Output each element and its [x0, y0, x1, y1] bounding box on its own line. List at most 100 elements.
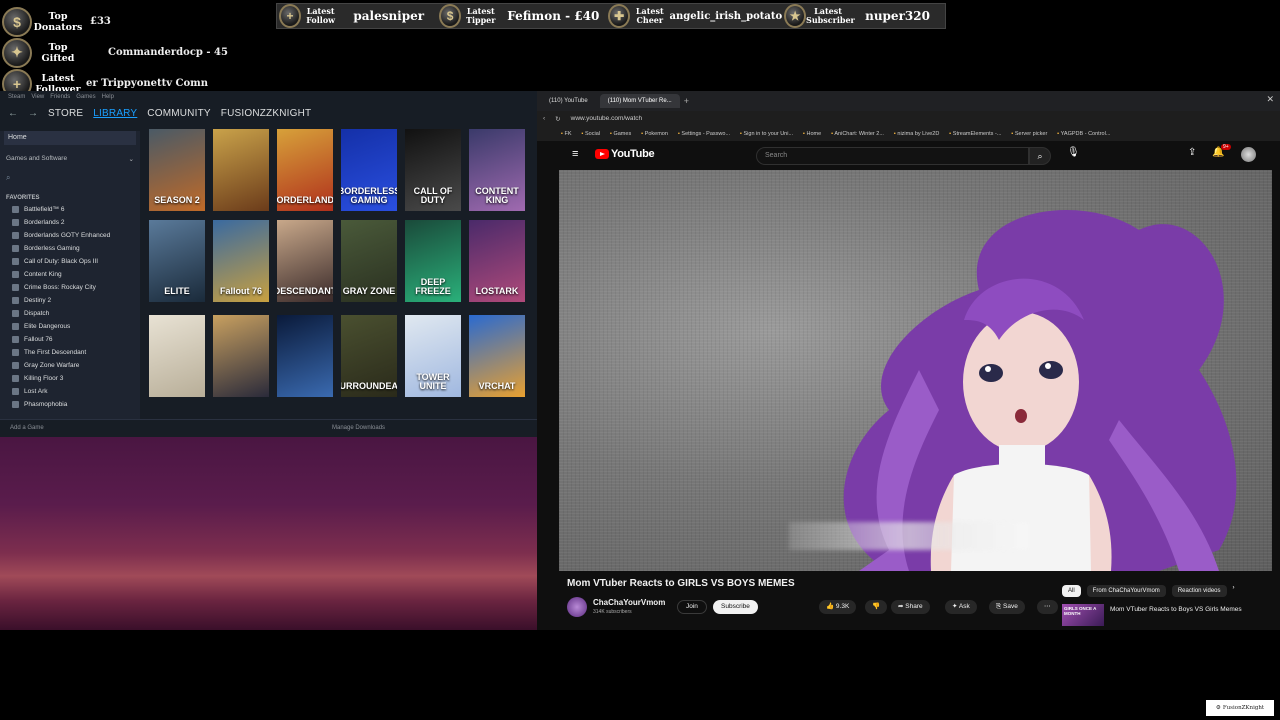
- bookmark-item[interactable]: StreamElements -...: [949, 131, 1002, 137]
- sidebar-game-item[interactable]: Battlefield™ 6: [0, 203, 140, 216]
- search-icon[interactable]: ⌕: [1029, 147, 1051, 165]
- bookmark-item[interactable]: Sign in to your Uni...: [740, 131, 794, 137]
- menu-help[interactable]: Help: [102, 94, 114, 104]
- upload-icon[interactable]: ⇪: [1188, 147, 1196, 158]
- bookmark-item[interactable]: AniChart: Winter 2...: [831, 131, 884, 137]
- sidebar-game-item[interactable]: Borderlands GOTY Enhanced: [0, 229, 140, 242]
- game-icon: [12, 271, 19, 278]
- join-button[interactable]: Join: [677, 600, 707, 614]
- ask-button[interactable]: ✦ Ask: [945, 600, 977, 614]
- game-tile[interactable]: LOSTARK: [469, 220, 525, 302]
- game-tile[interactable]: CONTENT KING: [469, 129, 525, 211]
- reload-icon[interactable]: ↻: [555, 115, 560, 123]
- url-field[interactable]: www.youtube.com/watch: [571, 115, 1120, 122]
- tab-youtube[interactable]: (110) YouTube: [541, 94, 596, 108]
- favorites-header[interactable]: FAVORITES: [0, 185, 140, 203]
- sidebar-home[interactable]: Home: [4, 131, 136, 145]
- game-tile[interactable]: BORDERLESS GAMING: [341, 129, 397, 211]
- game-tile[interactable]: VRCHAT: [469, 315, 525, 397]
- sidebar-game-item[interactable]: Phasmophobia: [0, 398, 140, 411]
- collection-filter[interactable]: Games and Software ⌄: [0, 145, 140, 163]
- bookmark-item[interactable]: nizima by Live2D: [894, 131, 939, 137]
- bookmark-item[interactable]: Settings - Passwo...: [678, 131, 730, 137]
- forward-arrow-icon[interactable]: →: [28, 108, 38, 119]
- sidebar-game-item[interactable]: Lost Ark: [0, 385, 140, 398]
- game-tile[interactable]: SURROUNDEAD: [341, 315, 397, 397]
- youtube-logo[interactable]: YouTube: [595, 148, 655, 160]
- game-tile[interactable]: DESCENDANT: [277, 220, 333, 302]
- back-arrow-icon[interactable]: ←: [8, 108, 18, 119]
- add-game-button[interactable]: Add a Game: [10, 425, 44, 431]
- chip-reaction-videos[interactable]: Reaction videos: [1171, 585, 1227, 597]
- sidebar-game-item[interactable]: Borderless Gaming: [0, 242, 140, 255]
- save-button[interactable]: ⎘ Save: [989, 600, 1025, 614]
- bookmark-item[interactable]: YAGPDB - Control...: [1057, 131, 1111, 137]
- manage-downloads-button[interactable]: Manage Downloads: [332, 425, 385, 431]
- game-tile[interactable]: ELITE: [149, 220, 205, 302]
- microphone-icon[interactable]: 🎙: [1067, 147, 1080, 158]
- bookmark-item[interactable]: Server picker: [1011, 131, 1047, 137]
- game-tile[interactable]: [213, 129, 269, 211]
- bookmark-item[interactable]: FK: [561, 131, 571, 137]
- bookmark-item[interactable]: Games: [610, 131, 631, 137]
- subscribe-button[interactable]: Subscribe: [713, 600, 758, 614]
- sidebar-game-item[interactable]: Killing Floor 3: [0, 372, 140, 385]
- sidebar-game-item[interactable]: Borderlands 2: [0, 216, 140, 229]
- bookmark-item[interactable]: Pokemon: [641, 131, 668, 137]
- video-player[interactable]: [559, 170, 1272, 571]
- game-tile[interactable]: DEEP FREEZE: [405, 220, 461, 302]
- bookmark-item[interactable]: Social: [582, 131, 600, 137]
- hamburger-menu-icon[interactable]: ≡: [572, 148, 578, 160]
- channel-name[interactable]: ChaChaYourVmom: [593, 598, 665, 607]
- tab-video[interactable]: (110) Mom VTuber Re...: [599, 94, 680, 108]
- game-tile[interactable]: [277, 315, 333, 397]
- sidebar-game-item[interactable]: Fallout 76: [0, 333, 140, 346]
- bookmark-item[interactable]: Home: [803, 131, 822, 137]
- nav-store[interactable]: STORE: [48, 108, 83, 119]
- like-button[interactable]: 👍 9.3K: [819, 600, 857, 614]
- game-tile[interactable]: [149, 315, 205, 397]
- game-icon: [12, 401, 19, 408]
- menu-steam[interactable]: Steam: [8, 94, 25, 104]
- coin-icon: $: [2, 6, 32, 37]
- nav-library[interactable]: LIBRARY: [93, 108, 137, 119]
- game-tile-title: SURROUNDEAD: [341, 381, 397, 391]
- search-icon[interactable]: ⌕: [6, 173, 134, 185]
- game-tile[interactable]: [213, 315, 269, 397]
- game-tile[interactable]: GRAY ZONE: [341, 220, 397, 302]
- menu-friends[interactable]: Friends: [50, 94, 70, 104]
- recommended-video[interactable]: GIRLS ONCE A MONTH Mom VTuber Reacts to …: [1062, 604, 1272, 628]
- game-tile[interactable]: TOWER UNITE: [405, 315, 461, 397]
- sidebar-game-item[interactable]: Content King: [0, 268, 140, 281]
- sidebar-game-item[interactable]: Dispatch: [0, 307, 140, 320]
- sidebar-game-item[interactable]: Gray Zone Warfare: [0, 359, 140, 372]
- avatar[interactable]: [1241, 147, 1256, 162]
- back-icon[interactable]: ‹: [543, 115, 545, 122]
- new-tab-icon[interactable]: +: [684, 96, 689, 106]
- latest-tipper-label: Latest Tipper: [466, 6, 496, 25]
- chip-from-channel[interactable]: From ChaChaYourVmom: [1086, 585, 1166, 597]
- game-icon: [12, 206, 19, 213]
- sidebar-game-item[interactable]: Crime Boss: Rockay City: [0, 281, 140, 294]
- search-input[interactable]: Search: [756, 147, 1029, 165]
- chevron-right-icon[interactable]: ›: [1233, 585, 1235, 597]
- sidebar-game-item[interactable]: The First Descendant: [0, 346, 140, 359]
- caption-overlay: [789, 522, 1029, 550]
- chip-all[interactable]: All: [1062, 585, 1081, 597]
- channel-avatar[interactable]: [567, 597, 587, 617]
- share-button[interactable]: ➦ Share: [891, 600, 930, 614]
- game-tile[interactable]: BORDERLANDS: [277, 129, 333, 211]
- sidebar-game-item[interactable]: Destiny 2: [0, 294, 140, 307]
- game-tile[interactable]: CALL OF DUTY: [405, 129, 461, 211]
- game-tile[interactable]: Fallout 76: [213, 220, 269, 302]
- menu-games[interactable]: Games: [76, 94, 95, 104]
- sidebar-game-item[interactable]: Call of Duty: Black Ops III: [0, 255, 140, 268]
- nav-username[interactable]: FUSIONZZKNIGHT: [221, 108, 312, 119]
- dislike-button[interactable]: 👎: [865, 600, 888, 614]
- menu-view[interactable]: View: [31, 94, 44, 104]
- nav-community[interactable]: COMMUNITY: [147, 108, 210, 119]
- close-window-icon[interactable]: ✕: [1266, 94, 1274, 105]
- game-tile[interactable]: SEASON 2: [149, 129, 205, 211]
- more-actions-icon[interactable]: ⋯: [1037, 600, 1058, 614]
- sidebar-game-item[interactable]: Elite Dangerous: [0, 320, 140, 333]
